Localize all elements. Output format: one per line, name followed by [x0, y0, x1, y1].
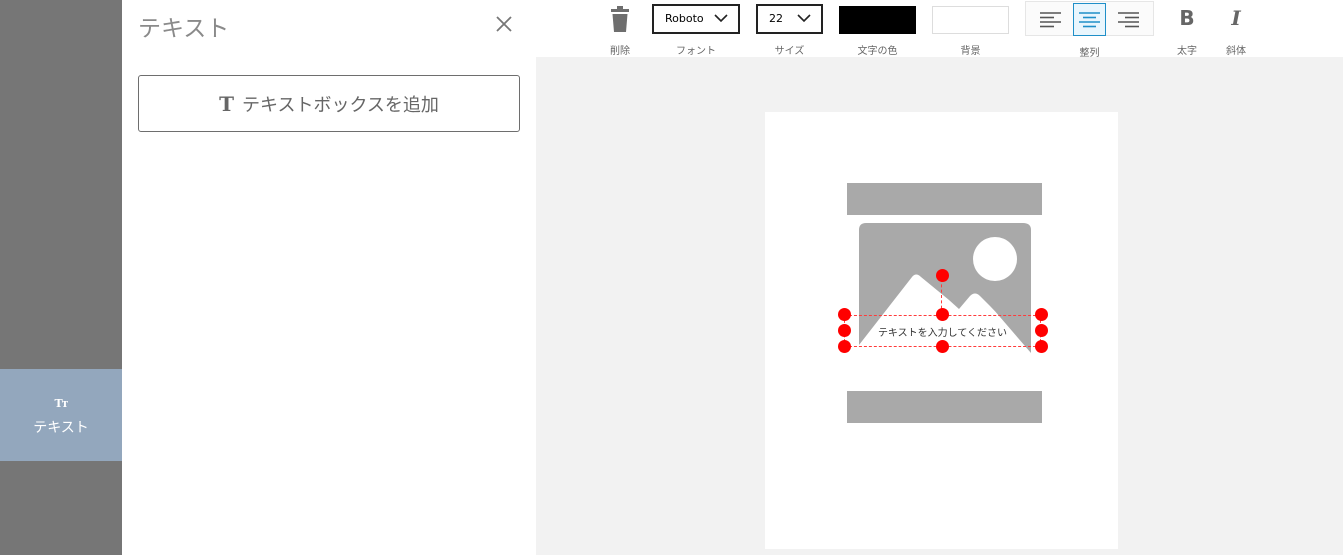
- bold-label: 太字: [1177, 46, 1197, 57]
- delete-label: 削除: [610, 46, 630, 57]
- font-label: フォント: [676, 46, 716, 57]
- italic-label: 斜体: [1226, 46, 1246, 57]
- close-icon[interactable]: [492, 12, 516, 36]
- add-textbox-label: テキストボックスを追加: [241, 94, 439, 116]
- image-placeholder-icon[interactable]: [847, 183, 1042, 423]
- sidebar-item-text[interactable]: Tт テキスト: [0, 369, 122, 461]
- size-select-value: 22: [769, 12, 783, 25]
- resize-handle-top-right[interactable]: [1035, 308, 1048, 321]
- italic-icon[interactable]: I: [1223, 6, 1249, 32]
- rotate-handle[interactable]: [936, 269, 949, 282]
- resize-handle-bottom-left[interactable]: [838, 340, 851, 353]
- resize-handle-top-left[interactable]: [838, 308, 851, 321]
- bold-icon[interactable]: B: [1174, 6, 1200, 32]
- text-size-icon: Tт: [54, 397, 68, 410]
- toolbar: 削除 Roboto フォント 22 サイズ 文字の色 背景 整列 B 太字 I …: [536, 0, 1343, 59]
- size-label: サイズ: [774, 46, 805, 57]
- align-left-icon[interactable]: [1034, 3, 1067, 36]
- align-center-icon[interactable]: [1073, 3, 1106, 36]
- resize-handle-top[interactable]: [936, 308, 949, 321]
- background-color-swatch[interactable]: [932, 6, 1009, 34]
- trash-icon[interactable]: [608, 6, 632, 34]
- canvas-area: テキストを入力してください: [536, 57, 1343, 555]
- resize-handle-left[interactable]: [838, 324, 851, 337]
- text-color-swatch[interactable]: [839, 6, 916, 34]
- sidebar-item-label: テキスト: [33, 420, 89, 436]
- resize-handle-right[interactable]: [1035, 324, 1048, 337]
- chevron-down-icon: [797, 14, 811, 23]
- panel-title: テキスト: [138, 16, 230, 42]
- size-select[interactable]: 22: [756, 4, 823, 34]
- font-select-value: Roboto: [665, 12, 704, 25]
- font-select[interactable]: Roboto: [652, 4, 740, 34]
- textbox-text[interactable]: テキストを入力してください: [845, 324, 1040, 339]
- text-panel: テキスト T テキストボックスを追加: [122, 0, 536, 555]
- align-right-icon[interactable]: [1112, 3, 1145, 36]
- resize-handle-bottom[interactable]: [936, 340, 949, 353]
- resize-handle-bottom-right[interactable]: [1035, 340, 1048, 353]
- add-textbox-button[interactable]: T テキストボックスを追加: [138, 75, 520, 132]
- left-rail: Tт テキスト: [0, 0, 122, 555]
- page: テキストを入力してください: [765, 112, 1118, 549]
- background-label: 背景: [960, 46, 981, 57]
- align-group: [1025, 1, 1154, 36]
- text-icon: T: [219, 91, 234, 116]
- chevron-down-icon: [714, 14, 728, 23]
- text-color-label: 文字の色: [857, 46, 898, 57]
